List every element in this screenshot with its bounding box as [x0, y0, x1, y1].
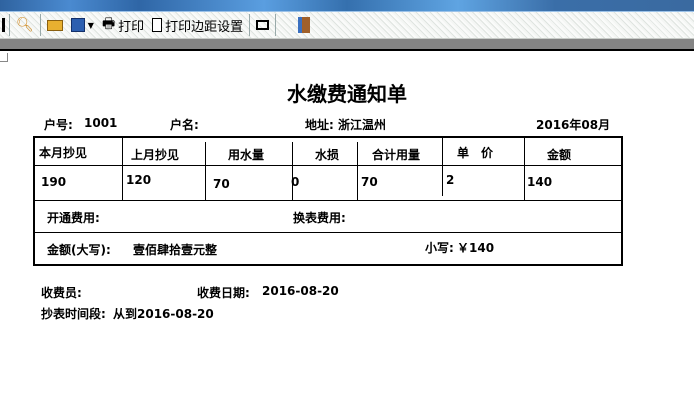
- open-folder-icon: [46, 19, 63, 31]
- header-cell: 本月抄见: [39, 146, 88, 160]
- fee-table: 本月抄见 上月抄见 用水量 水损 合计用量 单 价 金额 190 120 70 …: [33, 136, 623, 266]
- save-icon: [70, 18, 85, 32]
- exit-door-icon: [298, 17, 311, 33]
- print-label: 打印: [118, 19, 145, 35]
- print-button[interactable]: 🖶 打印: [98, 14, 148, 36]
- value-cell: 190: [41, 175, 67, 189]
- header-cell: 水损: [315, 148, 340, 162]
- col-divider: [442, 138, 443, 196]
- date-value: 2016-08-20: [262, 284, 339, 298]
- toolbar-separator: [249, 14, 251, 36]
- toolbar-separator: [9, 14, 10, 36]
- print-margin-label: 打印边距设置: [165, 19, 244, 35]
- header-cell: 单 价: [457, 146, 494, 160]
- col-divider: [524, 138, 525, 200]
- ruler: [0, 39, 694, 51]
- billing-period: 2016年08月: [536, 118, 611, 132]
- header-cell: 上月抄见: [131, 148, 180, 162]
- account-value: 1001: [84, 116, 118, 130]
- dropdown-arrow-icon: ▼: [87, 20, 94, 30]
- name-label: 户名:: [170, 118, 199, 132]
- amount-upper-value: 壹佰肆拾壹元整: [133, 243, 218, 257]
- print-margin-button[interactable]: 打印边距设置: [148, 14, 247, 36]
- account-label: 户号:: [44, 118, 73, 132]
- reading-period-value: 从到2016-08-20: [113, 307, 214, 321]
- date-label: 收费日期:: [197, 286, 250, 300]
- page-corner-marker: [0, 53, 8, 62]
- value-cell: 0: [291, 175, 300, 189]
- toolbar-separator: [275, 14, 277, 36]
- value-cell: 2: [446, 173, 455, 187]
- header-cell: 合计用量: [372, 148, 421, 162]
- open-button[interactable]: [43, 14, 67, 36]
- replace-fee-label: 换表费用:: [293, 211, 346, 225]
- save-button[interactable]: ▼: [67, 14, 98, 36]
- col-divider: [292, 142, 293, 200]
- page-icon: [152, 18, 163, 32]
- col-divider: [205, 142, 206, 200]
- frame-icon: [256, 20, 270, 30]
- col-divider: [357, 142, 358, 200]
- value-cell: 70: [213, 177, 230, 191]
- open-fee-label: 开通费用:: [47, 211, 100, 225]
- row-divider: [35, 232, 621, 233]
- preview-button[interactable]: 🔍︎: [12, 14, 38, 36]
- collector-label: 收费员:: [41, 286, 82, 300]
- frame-button[interactable]: [252, 14, 273, 36]
- header-cell: 用水量: [228, 148, 265, 162]
- reading-period-label: 抄表时间段:: [41, 307, 106, 321]
- row-divider: [35, 200, 621, 201]
- value-cell: 140: [527, 175, 553, 189]
- amount-lower-label: 小写:: [425, 241, 454, 255]
- col-divider: [122, 138, 123, 200]
- toolbar-grip: [2, 18, 5, 32]
- page-title: 水缴费通知单: [287, 82, 407, 106]
- address-value: 浙江温州: [338, 118, 387, 132]
- amount-upper-label: 金额(大写):: [47, 243, 111, 257]
- toolbar: 🔍︎ ▼ 🖶 打印 打印边距设置: [0, 12, 694, 39]
- toolbar-separator: [39, 14, 41, 36]
- amount-lower-value: ￥140: [457, 241, 495, 255]
- exit-button[interactable]: [294, 14, 314, 36]
- address-label: 地址:: [305, 118, 334, 132]
- header-cell: 金额: [547, 148, 572, 162]
- value-cell: 70: [361, 175, 378, 189]
- window-title-band: [0, 0, 694, 12]
- value-cell: 120: [126, 173, 152, 187]
- magnifier-icon: 🔍︎: [16, 17, 34, 33]
- printer-icon: 🖶: [101, 16, 116, 32]
